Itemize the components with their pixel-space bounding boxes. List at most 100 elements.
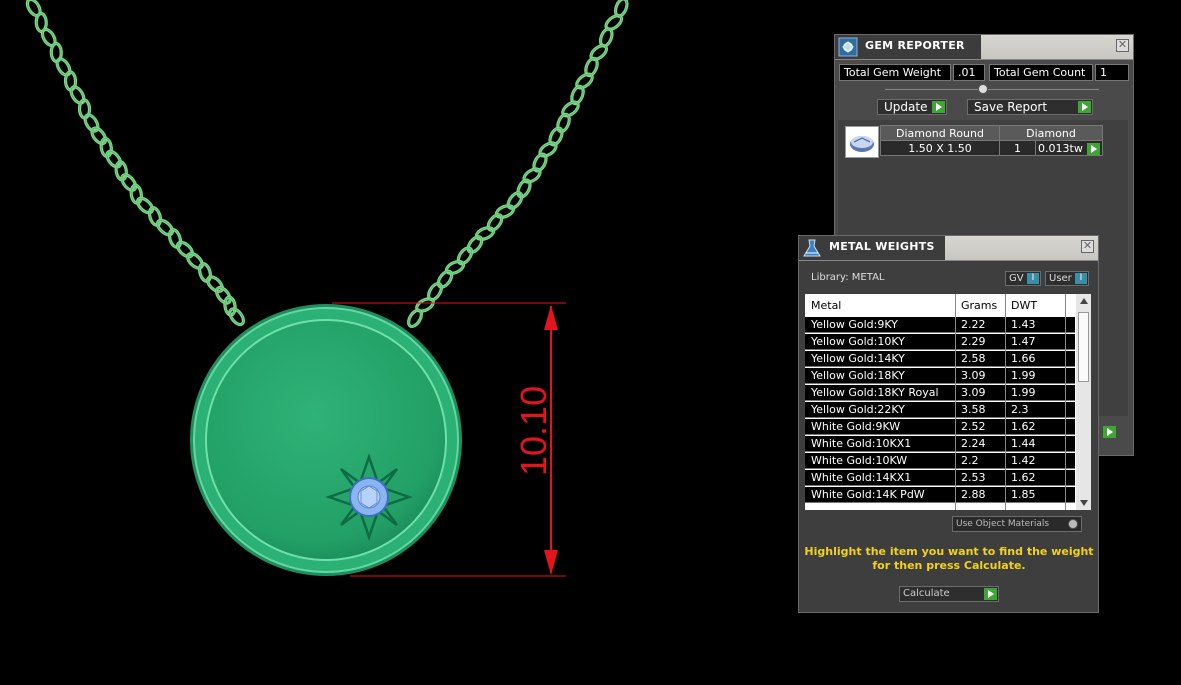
gv-toggle-button[interactable]: GV I: [1005, 271, 1041, 286]
table-row[interactable]: White Gold:14KX1 2.53 1.62: [805, 470, 1075, 486]
table-row[interactable]: White Gold:9KW 2.52 1.62: [805, 419, 1075, 435]
metal-grams: 3.09: [961, 386, 986, 399]
metal-name: White Gold:14K PdW: [811, 488, 925, 501]
metal-name: Yellow Gold:9KY: [811, 318, 898, 331]
hint-line-2: for then press Calculate.: [872, 559, 1026, 572]
gem-shape: Diamond Round: [880, 125, 1000, 141]
metal-dwt: 2.3: [1011, 403, 1029, 416]
gem-material: Diamond: [999, 125, 1103, 141]
total-gem-count-label: Total Gem Count: [989, 64, 1093, 81]
metal-dwt: 1.47: [1011, 335, 1036, 348]
chain-link: [52, 55, 75, 79]
metal-name: Yellow Gold:18KY Royal: [811, 386, 939, 399]
splitter-handle-icon[interactable]: [978, 84, 988, 94]
table-row[interactable]: Yellow Gold:18KY 3.09 1.99: [805, 368, 1075, 384]
close-icon: ✕: [1117, 38, 1128, 51]
total-gem-count-value: 1: [1095, 64, 1129, 81]
metal-name: Yellow Gold:22KY: [811, 403, 905, 416]
arrow-right-icon: [1087, 143, 1100, 155]
table-row[interactable]: Yellow Gold:14KY 2.58 1.66: [805, 351, 1075, 367]
table-row[interactable]: Yellow Gold:9KY 2.22 1.43: [805, 317, 1075, 333]
gem-thumbnail[interactable]: [845, 126, 879, 158]
total-gem-weight-value: .01: [953, 64, 985, 81]
save-report-button[interactable]: Save Report: [967, 99, 1093, 115]
calculate-button[interactable]: Calculate: [899, 586, 999, 602]
metal-dwt: 1.42: [1011, 454, 1036, 467]
metal-name: Yellow Gold:18KY: [811, 369, 905, 382]
gem-reporter-extra-button[interactable]: [1099, 425, 1117, 441]
metal-name: White Gold:10KW: [811, 454, 908, 467]
chain-link: [212, 283, 235, 308]
dimension-arrow-bottom: [544, 550, 558, 575]
gem-count: 1: [998, 140, 1037, 156]
metal-weights-titlebar[interactable]: METAL WEIGHTS ✕: [799, 236, 1098, 261]
chain-link: [173, 238, 197, 261]
chain-link: [133, 194, 157, 217]
gem-row-go-button[interactable]: [1083, 142, 1101, 158]
chain-link: [87, 124, 110, 148]
necklace-chain-left: [23, 0, 248, 329]
metal-list-header: Metal Grams DWT: [805, 294, 1075, 316]
metal-grams: 2.29: [961, 335, 986, 348]
chain-link: [493, 201, 517, 222]
chain-link: [66, 83, 89, 107]
chain-link: [463, 232, 487, 257]
chain-link: [117, 170, 140, 195]
chain-link: [503, 188, 527, 213]
scrollbar-thumb[interactable]: [1078, 312, 1089, 382]
gem-size: 1.50 X 1.50: [880, 140, 1000, 156]
scroll-up-icon[interactable]: [1080, 298, 1088, 304]
table-row[interactable]: White Gold:10KW 2.2 1.42: [805, 453, 1075, 469]
column-header-dwt[interactable]: DWT: [1011, 299, 1037, 312]
metal-grams: 2.52: [961, 420, 986, 433]
library-label: Library: METAL: [811, 272, 885, 283]
metal-list-scrollbar[interactable]: [1076, 294, 1091, 510]
scroll-down-icon[interactable]: [1080, 500, 1088, 506]
table-row[interactable]: White Gold:10KX1 2.24 1.44: [805, 436, 1075, 452]
table-row[interactable]: Yellow Gold:10KY 2.29 1.47: [805, 334, 1075, 350]
metal-weights-list[interactable]: Metal Grams DWT Yellow Gold:9KY 2.22 1.43 Y…: [805, 294, 1091, 510]
table-row[interactable]: White Gold:14K PdW 2.88 1.85: [805, 487, 1075, 503]
chain-link: [434, 267, 456, 291]
metal-grams: 2.58: [961, 352, 986, 365]
chain-link: [165, 226, 185, 251]
metal-grams: 3.58: [961, 403, 986, 416]
metal-name: Yellow Gold:14KY: [811, 352, 905, 365]
chain-link: [153, 216, 177, 239]
gem-reporter-icon: [838, 37, 858, 57]
chain-link: [102, 147, 125, 171]
save-report-button-label: Save Report: [974, 100, 1048, 114]
metal-dwt: 1.66: [1011, 352, 1036, 365]
metal-dwt: 1.43: [1011, 318, 1036, 331]
arrow-right-icon: [1078, 101, 1091, 113]
column-header-grams[interactable]: Grams: [961, 299, 997, 312]
table-row[interactable]: Yellow Gold:18KY Royal 3.09 1.99: [805, 385, 1075, 401]
table-row[interactable]: Yellow Gold:22KY 3.58 2.3: [805, 402, 1075, 418]
chain-link: [145, 204, 165, 229]
total-gem-weight-label: Total Gem Weight: [839, 64, 951, 81]
calculate-button-label: Calculate: [903, 588, 950, 599]
user-toggle-button[interactable]: User I: [1045, 271, 1089, 286]
chain-link: [183, 249, 207, 273]
info-icon: I: [1027, 273, 1039, 284]
user-label: User: [1049, 273, 1072, 284]
hint-line-1: Highlight the item you want to find the …: [804, 545, 1094, 558]
round-diamond-icon: [850, 136, 874, 152]
metal-name: White Gold:9KW: [811, 420, 901, 433]
metal-grams: 2.24: [961, 437, 986, 450]
gem-reporter-titlebar[interactable]: GEM REPORTER ✕: [835, 35, 1133, 60]
info-icon: I: [1075, 273, 1087, 284]
metal-name: White Gold:14KX1: [811, 471, 912, 484]
metal-grams: 2.22: [961, 318, 986, 331]
metal-name: White Gold:10KX1: [811, 437, 912, 450]
metal-dwt: 1.85: [1011, 488, 1036, 501]
column-header-metal[interactable]: Metal: [811, 299, 841, 312]
panel-splitter[interactable]: [885, 89, 1099, 90]
update-button[interactable]: Update: [877, 99, 947, 115]
gem-reporter-close-button[interactable]: ✕: [1116, 39, 1129, 52]
chain-link: [553, 111, 574, 135]
update-button-label: Update: [884, 100, 928, 114]
dimension-value: 10.10: [513, 386, 554, 476]
use-object-materials-toggle[interactable]: Use Object Materials: [952, 516, 1082, 532]
metal-weights-close-button[interactable]: ✕: [1081, 240, 1094, 253]
